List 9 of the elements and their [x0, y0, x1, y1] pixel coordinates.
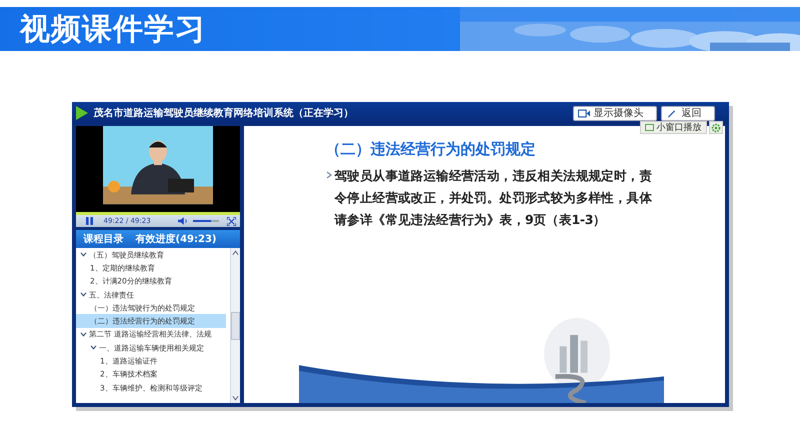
header-button[interactable]: 返回	[660, 106, 714, 120]
slide-text: 驾驶员从事道路运输经营活动，违反相关法规规定时，责令停止经营或改正，并处罚。处罚形式较为多样性，具体请参详《常见违法经营行为》表，9页（表1-3）	[334, 167, 654, 229]
page-title: 视频课件学习	[20, 10, 206, 48]
window-title: 茂名市道路运输驾驶员继续教育网络培训系统（正在学习）	[94, 106, 354, 120]
slide-title: （二）违法经营行为的处罚规定	[326, 140, 536, 159]
mini-player-button[interactable]: 小窗口播放	[640, 121, 706, 134]
progress-label: 有效进度(49:23)	[136, 232, 216, 246]
header-button[interactable]: 显示摄像头	[572, 106, 656, 120]
toc-title: 课程目录	[84, 232, 124, 246]
